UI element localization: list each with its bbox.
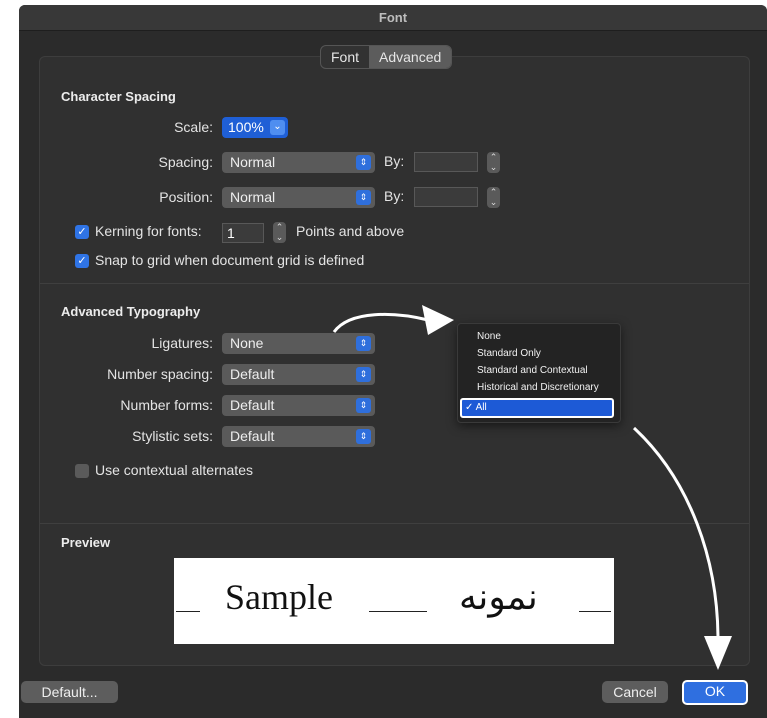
annotation-arrows <box>332 305 732 670</box>
curved-arrow-icon <box>632 426 720 641</box>
arrow-head-icon <box>422 305 454 335</box>
curved-arrow-icon <box>332 313 429 333</box>
arrow-head-icon <box>704 636 732 670</box>
